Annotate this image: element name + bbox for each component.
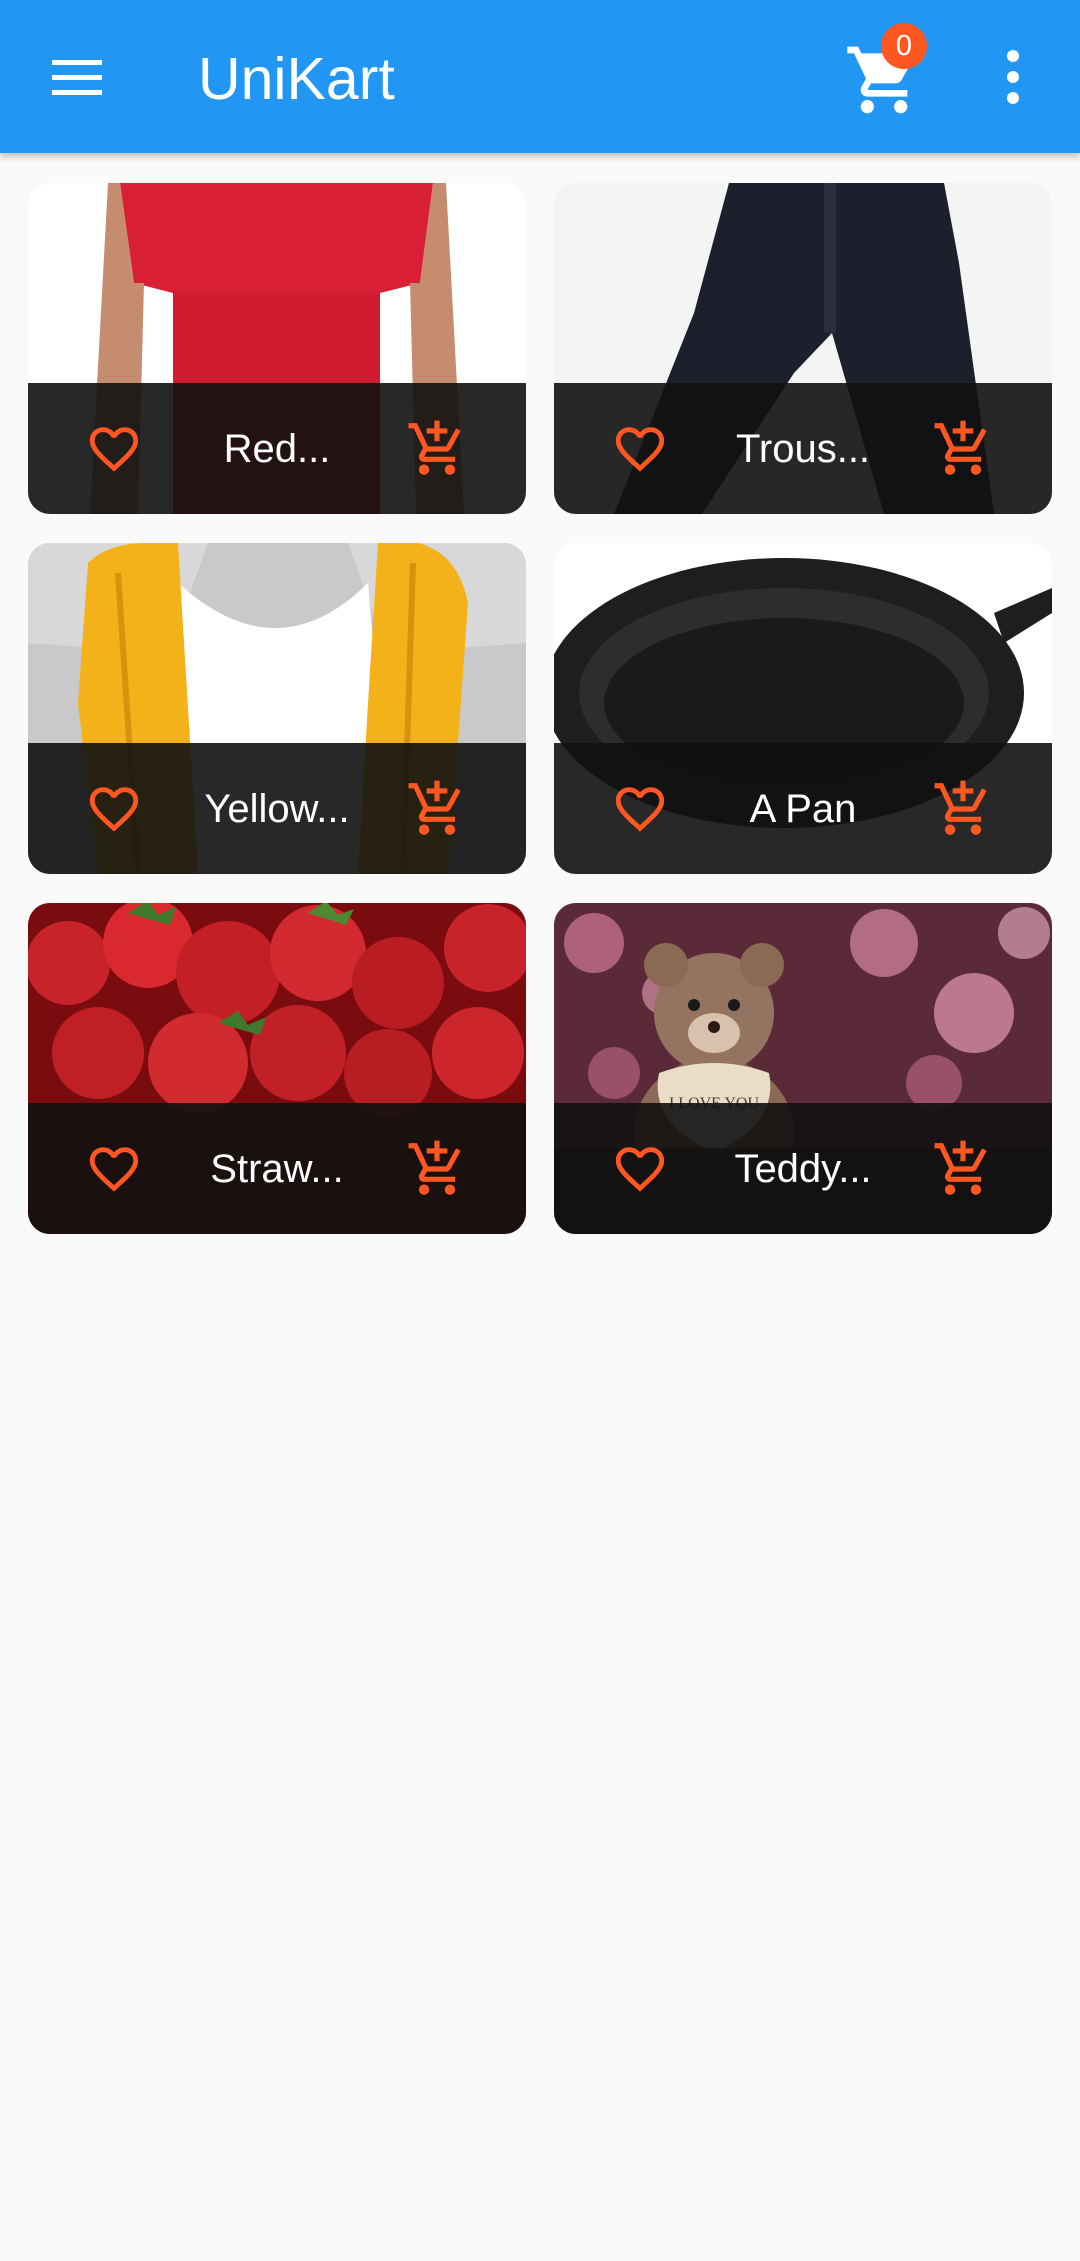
product-card-footer: Straw... bbox=[28, 1103, 526, 1234]
heart-outline-icon bbox=[615, 427, 665, 472]
product-name: Teddy... bbox=[734, 1147, 872, 1191]
favorite-button[interactable] bbox=[84, 420, 144, 478]
product-card[interactable]: A Pan bbox=[554, 543, 1052, 874]
more-options-button[interactable] bbox=[990, 44, 1036, 110]
heart-outline-icon bbox=[89, 427, 139, 472]
product-card[interactable]: Trous... bbox=[554, 183, 1052, 514]
heart-outline-icon bbox=[615, 1147, 665, 1192]
favorite-button[interactable] bbox=[84, 780, 144, 838]
app-title: UniKart bbox=[198, 46, 395, 112]
menu-button[interactable] bbox=[40, 45, 112, 109]
add-shopping-cart-icon bbox=[934, 420, 987, 475]
product-card[interactable]: Yellow... bbox=[28, 543, 526, 874]
product-name: Red... bbox=[223, 427, 331, 471]
favorite-button[interactable] bbox=[84, 1140, 144, 1198]
product-name: Straw... bbox=[210, 1147, 344, 1191]
app-bar: UniKart 0 bbox=[0, 0, 1080, 153]
add-to-cart-button[interactable] bbox=[406, 778, 468, 840]
product-card[interactable]: I LOVE YOU Teddy... bbox=[554, 903, 1052, 1234]
cart-count-badge: 0 bbox=[881, 23, 927, 69]
add-shopping-cart-icon bbox=[934, 780, 987, 835]
product-card-footer: Red... bbox=[28, 383, 526, 514]
add-shopping-cart-icon bbox=[934, 1140, 987, 1195]
favorite-button[interactable] bbox=[610, 780, 670, 838]
product-name: Trous... bbox=[735, 427, 871, 471]
menu-icon bbox=[52, 60, 102, 95]
product-card-footer: Yellow... bbox=[28, 743, 526, 874]
product-card[interactable]: Red... bbox=[28, 183, 526, 514]
more-vertical-icon bbox=[1007, 50, 1019, 104]
add-to-cart-button[interactable] bbox=[932, 778, 994, 840]
add-to-cart-button[interactable] bbox=[932, 418, 994, 480]
add-to-cart-button[interactable] bbox=[406, 1138, 468, 1200]
product-card-footer: Trous... bbox=[554, 383, 1052, 514]
add-to-cart-button[interactable] bbox=[932, 1138, 994, 1200]
heart-outline-icon bbox=[615, 787, 665, 832]
product-name: A Pan bbox=[749, 787, 857, 831]
heart-outline-icon bbox=[89, 1147, 139, 1192]
add-to-cart-button[interactable] bbox=[406, 418, 468, 480]
add-shopping-cart-icon bbox=[408, 780, 461, 835]
add-shopping-cart-icon bbox=[408, 420, 461, 475]
heart-outline-icon bbox=[89, 787, 139, 832]
favorite-button[interactable] bbox=[610, 1140, 670, 1198]
product-card[interactable]: Straw... bbox=[28, 903, 526, 1234]
favorite-button[interactable] bbox=[610, 420, 670, 478]
product-card-footer: A Pan bbox=[554, 743, 1052, 874]
product-card-footer: Teddy... bbox=[554, 1103, 1052, 1234]
add-shopping-cart-icon bbox=[408, 1140, 461, 1195]
product-name: Yellow... bbox=[204, 787, 350, 831]
